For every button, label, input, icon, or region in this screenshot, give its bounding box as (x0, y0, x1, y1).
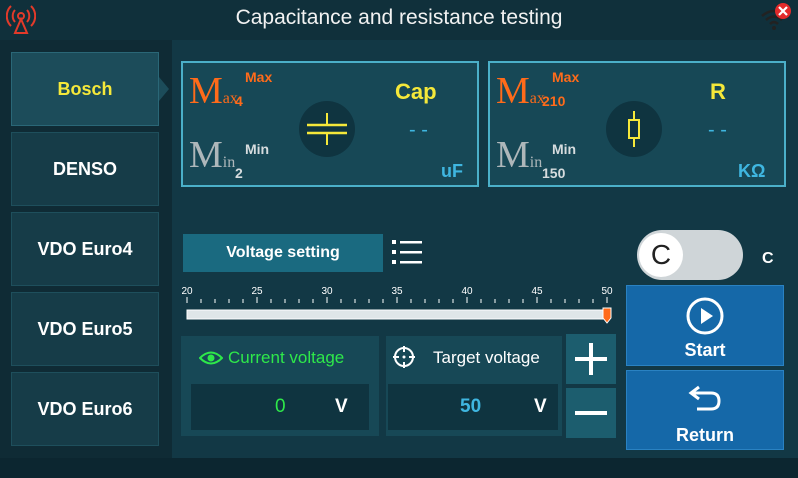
sidebar-item-denso[interactable]: DENSO (11, 132, 159, 206)
eye-icon (198, 349, 224, 367)
measurement-reading: - - (409, 119, 428, 141)
start-label: Start (684, 340, 726, 360)
max-symbol: Max (496, 70, 545, 112)
return-button[interactable]: Return (626, 370, 784, 450)
measurement-reading: - - (708, 119, 727, 141)
scale-tick-label: 35 (391, 286, 403, 297)
max-caption: Max (245, 69, 273, 85)
current-voltage-panel: Current voltage 0 V (181, 336, 379, 436)
current-voltage-label: Current voltage (228, 348, 345, 367)
measurement-unit: uF (441, 161, 463, 181)
scale-track[interactable] (186, 309, 608, 320)
crosshair-icon (392, 345, 416, 369)
max-value: 210 (542, 93, 566, 109)
return-arrow-icon (685, 381, 725, 415)
sidebar-item-vdo-euro6[interactable]: VDO Euro6 (11, 372, 159, 446)
footer-strip (0, 458, 798, 478)
play-icon (685, 296, 725, 336)
min-value: 150 (542, 165, 566, 181)
decrease-voltage-button[interactable] (566, 388, 616, 438)
toggle-knob[interactable]: C (639, 233, 683, 277)
sidebar-item-bosch[interactable]: Bosch (11, 52, 159, 126)
scale-tick-label: 50 (601, 286, 613, 297)
start-button[interactable]: Start (626, 285, 784, 366)
max-symbol: Max (189, 70, 238, 112)
target-voltage-panel: Target voltage 50 V (386, 336, 562, 436)
target-voltage-unit: V (534, 396, 547, 417)
scale-tick-label: 30 (321, 286, 333, 297)
measurement-name: Cap (395, 79, 437, 104)
min-caption: Min (552, 141, 577, 157)
max-caption: Max (552, 69, 580, 85)
voltage-scale[interactable]: 20 25 30 35 40 45 50 (181, 284, 621, 326)
measurement-name: R (710, 79, 726, 104)
resistor-icon (606, 101, 662, 157)
minus-icon (575, 411, 607, 415)
resistance-card: Max Max 210 Min Min 150 R - - KΩ (488, 61, 786, 187)
wifi-disconnected-icon[interactable] (760, 2, 794, 32)
sidebar-item-vdo-euro4[interactable]: VDO Euro4 (11, 212, 159, 286)
toggle-label: C (762, 250, 774, 267)
scale-tick-label: 45 (531, 286, 543, 297)
current-voltage-unit: V (335, 396, 348, 417)
page-title: Capacitance and resistance testing (235, 6, 563, 29)
current-voltage-value: 0 (275, 396, 286, 417)
scale-tick-label: 40 (461, 286, 473, 297)
sidebar-item-vdo-euro5[interactable]: VDO Euro5 (11, 292, 159, 366)
measurement-unit: KΩ (738, 161, 766, 181)
target-voltage-label: Target voltage (433, 348, 540, 367)
scale-tick-label: 20 (181, 286, 193, 297)
min-value: 2 (235, 165, 243, 181)
current-voltage-display: 0 V (191, 384, 369, 430)
plus-icon (575, 343, 607, 375)
capacitor-icon (299, 101, 355, 157)
target-voltage-value[interactable]: 50 (460, 396, 481, 418)
min-caption: Min (245, 141, 270, 157)
max-value: 4 (235, 93, 243, 109)
scale-handle[interactable] (602, 307, 612, 324)
increase-voltage-button[interactable] (566, 334, 616, 384)
active-indicator-arrow (159, 77, 169, 101)
return-label: Return (676, 425, 734, 445)
min-symbol: Min (496, 134, 543, 176)
voltage-setting-button[interactable]: Voltage setting (183, 234, 383, 272)
capacitance-card: Max Max 4 Min Min 2 Cap - - uF (181, 61, 479, 187)
min-symbol: Min (189, 134, 236, 176)
list-menu-icon[interactable] (392, 238, 424, 268)
scale-tick-label: 25 (251, 286, 263, 297)
target-voltage-display: 50 V (388, 384, 558, 430)
